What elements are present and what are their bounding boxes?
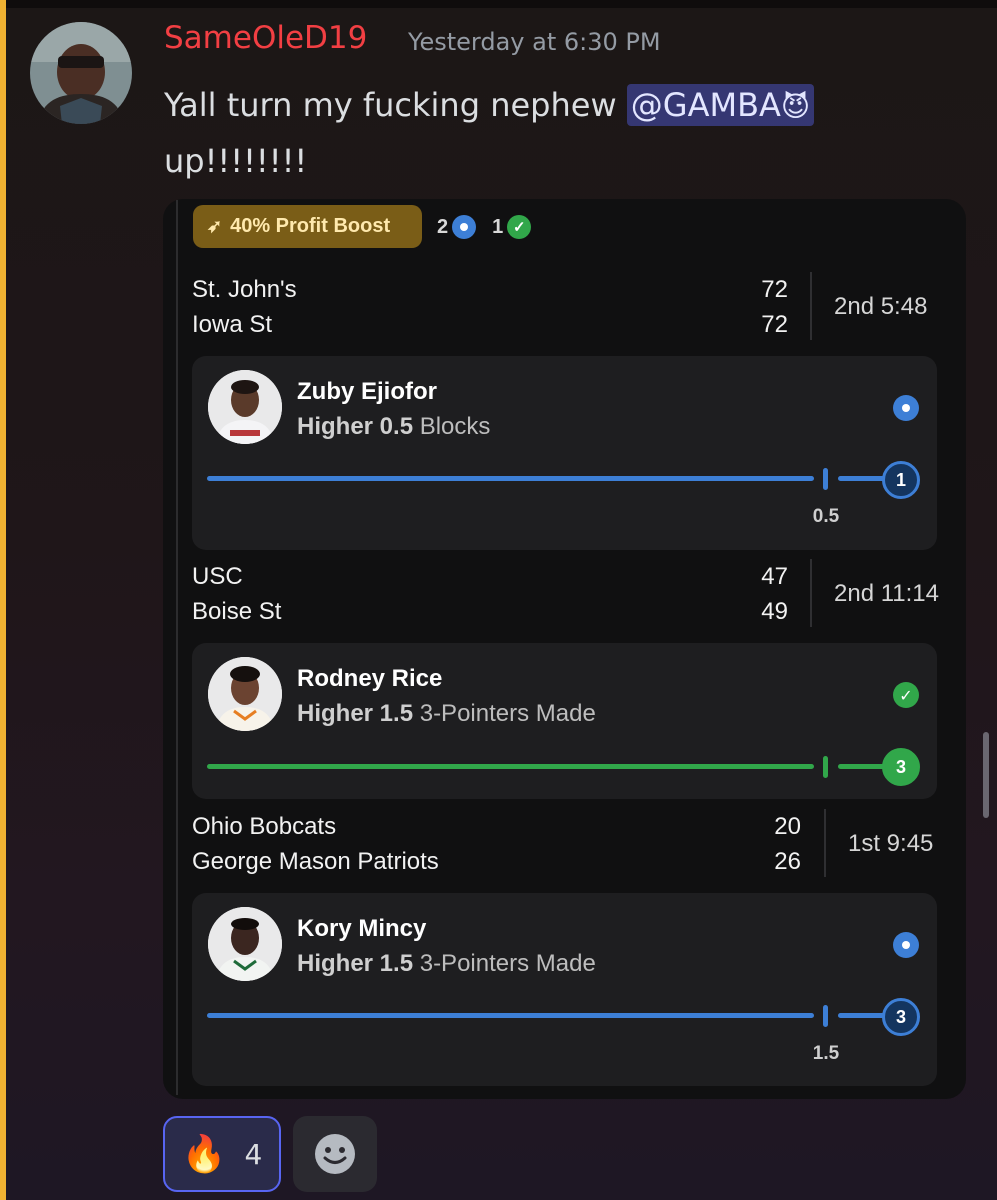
game-1-divider <box>810 272 812 340</box>
player-headshot-1 <box>208 370 282 444</box>
game-3-divider <box>824 809 826 877</box>
pick-line-3: Higher 1.5 3-Pointers Made <box>297 950 596 978</box>
won-check-icon: ✓ <box>507 215 532 239</box>
message-body: Yall turn my fucking nephew @GAMBA😈 up!!!… <box>164 78 924 188</box>
game-3-score-1: 20 <box>774 813 801 840</box>
rocket-icon: ➶ <box>207 216 223 236</box>
live-status-icon <box>452 215 477 239</box>
smiley-icon <box>315 1134 355 1174</box>
game-1-score-1: 72 <box>761 276 788 303</box>
fire-reaction-button[interactable]: 🔥 4 <box>163 1116 281 1192</box>
line-tick-2 <box>823 756 828 778</box>
progress-track-tail-1 <box>838 476 888 481</box>
line-tick-3 <box>823 1005 828 1027</box>
message-text-after: up!!!!!!!! <box>164 142 308 180</box>
game-2-divider <box>810 559 812 627</box>
message-username[interactable]: SameOleD19 <box>164 20 367 56</box>
game-3-team-1: Ohio Bobcats <box>192 813 337 840</box>
progress-knob-1: 1 <box>882 461 920 499</box>
player-headshot-3 <box>208 907 282 981</box>
won-check-icon: ✓ <box>893 682 919 708</box>
progress-track-tail-3 <box>838 1013 888 1018</box>
game-2-team-2: Boise St <box>192 598 282 625</box>
profit-boost-badge: ➶ 40% Profit Boost <box>193 205 422 248</box>
pick-line-2: Higher 1.5 3-Pointers Made <box>297 700 596 728</box>
fire-emoji-icon: 🔥 <box>181 1134 227 1175</box>
game-2-score-2: 49 <box>761 598 788 625</box>
game-2-team-1: USC <box>192 563 243 590</box>
pick-stat-3: 3-Pointers Made <box>419 950 596 977</box>
reaction-count: 4 <box>244 1137 263 1171</box>
game-1-clock: 2nd 5:48 <box>834 293 928 320</box>
mention-highlight-bar <box>0 0 6 1200</box>
window-top-strip <box>0 0 997 8</box>
pick-status-counts: 2 1 ✓ <box>437 212 532 242</box>
pick-direction-3: Higher 1.5 <box>297 950 414 977</box>
message-text-before: Yall turn my fucking nephew <box>164 86 627 124</box>
game-1-team-2: Iowa St <box>192 311 273 338</box>
devil-emoji: 😈 <box>780 90 811 123</box>
pick-stat-2: 3-Pointers Made <box>419 700 596 727</box>
pick-direction-1: Higher 0.5 <box>297 413 414 440</box>
progress-knob-2: 3 <box>882 748 920 786</box>
card-left-rail <box>176 200 178 1095</box>
mention-text: @GAMBA <box>630 86 781 124</box>
progress-track-2 <box>207 764 814 769</box>
live-count: 2 <box>437 215 449 238</box>
progress-track-3 <box>207 1013 814 1018</box>
progress-knob-3: 3 <box>882 998 920 1036</box>
pick-line-1: Higher 0.5 Blocks <box>297 413 490 441</box>
line-tick-1 <box>823 468 828 490</box>
game-2-score-1: 47 <box>761 563 788 590</box>
game-2-clock: 2nd 11:14 <box>834 580 939 607</box>
user-avatar[interactable] <box>30 22 132 124</box>
scrollbar-thumb[interactable] <box>983 732 989 818</box>
player-headshot-2 <box>208 657 282 731</box>
player-name-1: Zuby Ejiofor <box>297 378 437 405</box>
line-value-label-1: 0.5 <box>812 506 840 527</box>
live-status-icon <box>893 395 919 421</box>
add-reaction-button[interactable] <box>293 1116 377 1192</box>
game-1-team-1: St. John's <box>192 276 297 303</box>
won-count: 1 <box>492 215 504 238</box>
boost-label: 40% Profit Boost <box>230 215 391 237</box>
game-1-score-2: 72 <box>761 311 788 338</box>
progress-track-tail-2 <box>838 764 888 769</box>
player-name-3: Kory Mincy <box>297 915 427 942</box>
game-3-score-2: 26 <box>774 848 801 875</box>
live-status-icon <box>893 932 919 958</box>
user-mention[interactable]: @GAMBA😈 <box>626 84 815 126</box>
pick-direction-2: Higher 1.5 <box>297 700 414 727</box>
game-3-team-2: George Mason Patriots <box>192 848 439 875</box>
line-value-label-3: 1.5 <box>812 1043 840 1064</box>
player-name-2: Rodney Rice <box>297 665 443 692</box>
progress-track-1 <box>207 476 814 481</box>
pick-stat-1: Blocks <box>419 413 491 440</box>
message-timestamp: Yesterday at 6:30 PM <box>408 28 661 56</box>
game-3-clock: 1st 9:45 <box>848 830 934 857</box>
